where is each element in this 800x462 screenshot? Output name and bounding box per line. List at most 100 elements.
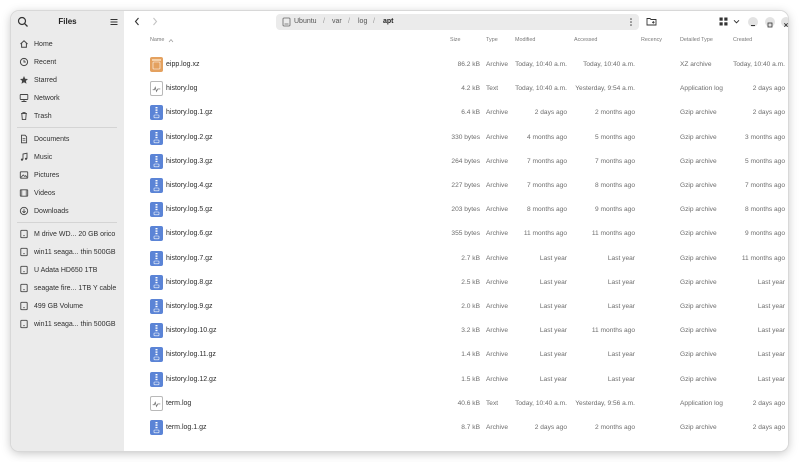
new-folder-icon[interactable] — [646, 16, 657, 27]
file-modified: Today, 10:40 a.m. — [515, 85, 567, 93]
sidebar-item-documents[interactable]: Documents — [17, 132, 123, 146]
file-detailed-type: Application log — [680, 399, 723, 407]
file-row[interactable]: history.log.7.gz 2.7 kB Archive Last year La… — [124, 247, 788, 271]
drive-icon — [20, 265, 28, 275]
back-arrow-icon[interactable] — [132, 16, 142, 27]
sidebar-item-videos[interactable]: Videos — [17, 186, 123, 200]
sidebar-item-trash[interactable]: Trash — [17, 109, 123, 123]
sidebar-item-drive[interactable]: M drive WD... 20 GB orico — [17, 227, 123, 241]
file-row[interactable]: eipp.log.xz 86.2 kB Archive Today, 10:40 a.… — [124, 53, 788, 77]
sidebar-item-network[interactable]: Network — [17, 91, 123, 105]
file-type: Archive — [486, 133, 508, 141]
file-name: history.log.2.gz — [166, 133, 213, 141]
drive-icon — [20, 229, 28, 239]
minimize-button[interactable] — [748, 17, 758, 27]
file-detailed-type: Gzip archive — [680, 133, 717, 141]
file-size: 203 bytes — [451, 206, 480, 214]
file-created: 2 days ago — [752, 109, 785, 117]
grid-view-icon[interactable] — [718, 16, 729, 27]
breadcrumb-separator: / — [323, 18, 325, 25]
file-row[interactable]: history.log 4.2 kB Text Today, 10:40 a.m. Ye… — [124, 77, 788, 101]
sidebar-item-recent[interactable]: Recent — [17, 55, 123, 69]
file-row[interactable]: history.log.4.gz 227 bytes Archive 7 months… — [124, 174, 788, 198]
disk-icon — [282, 17, 291, 27]
file-row[interactable]: history.log.11.gz 1.4 kB Archive Last year L… — [124, 343, 788, 367]
column-header-accessed[interactable]: Accessed — [574, 37, 597, 43]
file-accessed: Last year — [607, 303, 635, 310]
column-header-name[interactable]: Name — [150, 37, 164, 43]
sidebar-item-drive[interactable]: 499 GB Volume — [17, 299, 123, 313]
sidebar-item-drive[interactable]: win11 seaga... thin 500GB — [17, 245, 123, 259]
sidebar-item-drive[interactable]: win11 seaga... thin 500GB — [17, 317, 123, 331]
file-accessed: Yesterday, 9:56 a.m. — [575, 399, 635, 407]
column-header-modified[interactable]: Modified — [515, 37, 535, 43]
sidebar-item-label: seagate fire... 1TB Y cable — [34, 284, 117, 292]
gzip-archive-icon — [150, 202, 163, 218]
hamburger-menu-icon[interactable] — [109, 17, 119, 27]
file-name: term.log.1.gz — [166, 424, 207, 431]
file-row[interactable]: history.log.3.gz 264 bytes Archive 7 months… — [124, 150, 788, 174]
file-row[interactable]: term.log 40.6 kB Text Today, 10:40 a.m. Yest… — [124, 392, 788, 416]
chevron-down-icon[interactable] — [731, 16, 742, 27]
sort-ascending-icon — [168, 38, 174, 43]
path-bar[interactable]: Ubuntu / var / log / apt — [276, 14, 639, 30]
drive-icon — [20, 283, 28, 293]
sidebar-item-label: Home — [34, 40, 53, 48]
file-name: term.log — [166, 399, 192, 407]
column-header-detailed-type[interactable]: Detailed Type — [680, 37, 713, 43]
file-created: 7 months ago — [745, 182, 785, 189]
file-row[interactable]: history.log.9.gz 2.0 kB Archive Last year La… — [124, 295, 788, 319]
close-button[interactable] — [781, 17, 788, 28]
path-menu-icon[interactable] — [628, 17, 634, 27]
sidebar-item-drive[interactable]: seagate fire... 1TB Y cable — [17, 281, 123, 295]
file-row[interactable]: history.log.5.gz 203 bytes Archive 8 months… — [124, 198, 788, 222]
file-size: 2.7 kB — [461, 254, 480, 262]
column-header-size[interactable]: Size — [450, 37, 461, 43]
column-header-created[interactable]: Created — [733, 37, 752, 43]
file-name: history.log.11.gz — [166, 351, 216, 359]
file-row[interactable]: term.log.1.gz 8.7 kB Archive 2 days ago 2 mo… — [124, 416, 788, 440]
file-size: 3.2 kB — [461, 327, 480, 335]
file-row[interactable]: history.log.1.gz 6.4 kB Archive 2 days ago 2… — [124, 101, 788, 125]
file-size: 227 bytes — [451, 182, 480, 189]
sidebar-item-starred[interactable]: Starred — [17, 73, 123, 87]
file-size: 264 bytes — [451, 157, 480, 165]
sidebar-item-label: Recent — [34, 58, 57, 66]
file-modified: 7 months ago — [527, 182, 567, 189]
gzip-archive-icon — [150, 226, 163, 242]
sidebar-item-home[interactable]: Home — [17, 37, 123, 51]
sidebar-item-downloads[interactable]: Downloads — [17, 204, 123, 218]
file-row[interactable]: history.log.6.gz 355 bytes Archive 11 month… — [124, 222, 788, 246]
file-detailed-type: Application log — [680, 85, 723, 93]
breadcrumb-log[interactable]: log — [358, 18, 367, 25]
file-row[interactable]: history.log.10.gz 3.2 kB Archive Last year 1… — [124, 319, 788, 343]
sidebar-item-music[interactable]: Music — [17, 150, 123, 164]
file-row[interactable]: history.log.8.gz 2.5 kB Archive Last year La… — [124, 271, 788, 295]
breadcrumb-separator: / — [348, 18, 350, 25]
file-modified: 8 months ago — [527, 206, 567, 214]
forward-arrow-icon[interactable] — [150, 16, 160, 27]
file-modified: Last year — [539, 375, 567, 383]
breadcrumb-ubuntu[interactable]: Ubuntu — [294, 18, 317, 25]
file-created: Last year — [757, 278, 785, 286]
file-size: 2.0 kB — [461, 303, 480, 310]
sidebar-item-pictures[interactable]: Pictures — [17, 168, 123, 182]
breadcrumb-separator: / — [373, 18, 375, 25]
column-header-recency[interactable]: Recency — [641, 37, 662, 43]
sidebar-item-label: Starred — [34, 76, 57, 84]
sidebar-item-label: M drive WD... 20 GB orico — [34, 230, 116, 238]
breadcrumb-var[interactable]: var — [332, 18, 342, 25]
maximize-button[interactable] — [765, 17, 775, 28]
file-modified: Today, 10:40 a.m. — [515, 399, 567, 407]
file-row[interactable]: history.log.12.gz 1.5 kB Archive Last year L… — [124, 368, 788, 392]
file-type: Archive — [486, 230, 508, 238]
sidebar-separator — [17, 127, 117, 128]
column-header-type[interactable]: Type — [486, 37, 498, 43]
file-row[interactable]: history.log.2.gz 330 bytes Archive 4 months… — [124, 126, 788, 150]
breadcrumb-current[interactable]: apt — [383, 18, 394, 25]
sidebar-separator — [17, 222, 117, 223]
file-created: Last year — [757, 303, 785, 310]
file-detailed-type: Gzip archive — [680, 351, 717, 359]
sidebar-item-drive[interactable]: U Adata HD650 1TB — [17, 263, 123, 277]
file-created: Last year — [757, 351, 785, 359]
